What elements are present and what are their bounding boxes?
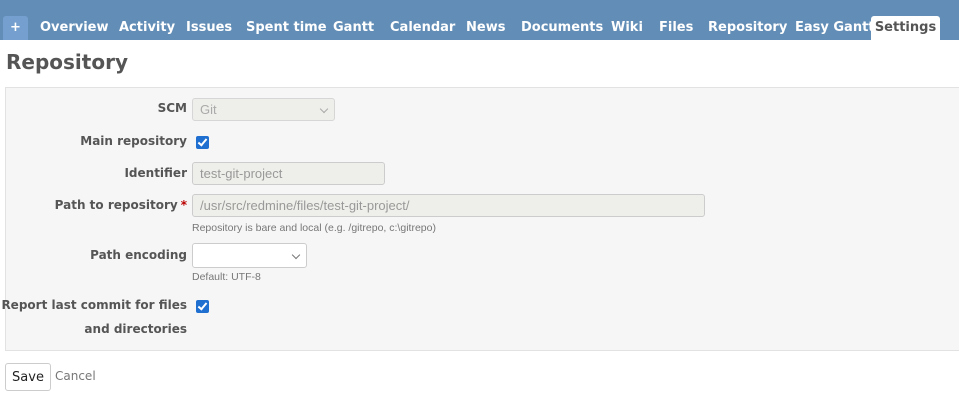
tab-issues[interactable]: Issues xyxy=(186,16,232,40)
path-label-text: Path to repository xyxy=(54,198,178,212)
path-encoding-select[interactable] xyxy=(192,243,307,268)
identifier-field[interactable]: test-git-project xyxy=(192,162,385,185)
scm-value: Git xyxy=(200,102,217,117)
new-object-button[interactable]: + xyxy=(3,16,28,40)
path-encoding-hint: Default: UTF-8 xyxy=(192,271,261,283)
report-last-commit-label-line2: and directories xyxy=(84,322,187,336)
report-last-commit-checkbox[interactable] xyxy=(196,300,209,313)
report-last-commit-label-line1: Report last commit for files xyxy=(1,298,187,312)
path-label: Path to repository * xyxy=(55,198,187,212)
project-menu-bar: + Overview Activity Issues Spent time Ga… xyxy=(0,0,959,40)
identifier-label: Identifier xyxy=(124,166,187,180)
tab-files[interactable]: Files xyxy=(659,16,693,40)
tab-news[interactable]: News xyxy=(466,16,505,40)
tab-wiki[interactable]: Wiki xyxy=(611,16,643,40)
chevron-down-icon xyxy=(319,104,329,114)
path-to-repository-field[interactable]: /usr/src/redmine/files/test-git-project/ xyxy=(192,194,705,217)
tab-settings[interactable]: Settings xyxy=(871,16,940,40)
tab-easy-gantt[interactable]: Easy Gantt xyxy=(795,16,875,40)
tab-documents[interactable]: Documents xyxy=(521,16,603,40)
required-mark: * xyxy=(180,198,187,212)
save-button[interactable]: Save xyxy=(5,363,51,391)
main-repository-checkbox[interactable] xyxy=(196,136,209,149)
scm-label: SCM xyxy=(157,101,187,115)
scm-select[interactable]: Git xyxy=(192,98,335,121)
chevron-down-icon xyxy=(291,250,301,260)
tab-calendar[interactable]: Calendar xyxy=(390,16,455,40)
page-title: Repository xyxy=(6,50,128,74)
tab-gantt[interactable]: Gantt xyxy=(333,16,374,40)
tab-repository[interactable]: Repository xyxy=(708,16,787,40)
tab-overview[interactable]: Overview xyxy=(40,16,109,40)
path-encoding-label: Path encoding xyxy=(90,248,187,262)
tab-activity[interactable]: Activity xyxy=(119,16,175,40)
tab-spent-time[interactable]: Spent time xyxy=(246,16,327,40)
path-hint: Repository is bare and local (e.g. /gitr… xyxy=(192,222,436,234)
main-repository-label: Main repository xyxy=(80,134,187,148)
cancel-link[interactable]: Cancel xyxy=(55,369,96,383)
